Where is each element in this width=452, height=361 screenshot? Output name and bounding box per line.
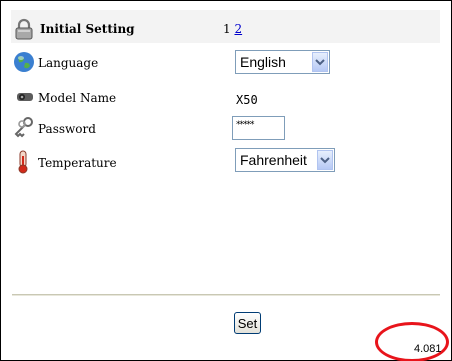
temperature-label: Temperature [38, 156, 117, 170]
model-name-label: Model Name [38, 91, 117, 105]
temperature-value: Fahrenheit [240, 152, 307, 168]
language-select[interactable]: English [235, 50, 330, 74]
language-value: English [240, 54, 286, 70]
keys-icon [14, 117, 33, 138]
page-2-link[interactable]: 2 [234, 22, 242, 36]
version-number: 4.081 [414, 343, 442, 355]
thermometer-icon [18, 150, 28, 174]
model-name-value: X50 [236, 93, 258, 107]
page-title: Initial Setting [40, 22, 135, 36]
annotation-ellipse [375, 322, 449, 361]
projector-icon [17, 93, 33, 101]
globe-icon [14, 52, 34, 72]
password-label: Password [38, 122, 96, 136]
pagination: 1 2 [223, 22, 242, 36]
page-1-current: 1 [223, 22, 231, 36]
settings-frame [0, 0, 452, 361]
language-label: Language [38, 56, 99, 70]
divider [12, 294, 440, 296]
temperature-select[interactable]: Fahrenheit [235, 148, 335, 172]
set-button[interactable]: Set [234, 312, 261, 334]
lock-icon [15, 18, 33, 40]
chevron-down-icon[interactable] [317, 150, 333, 170]
password-field[interactable]: ***** [232, 116, 285, 140]
chevron-down-icon[interactable] [312, 52, 328, 72]
